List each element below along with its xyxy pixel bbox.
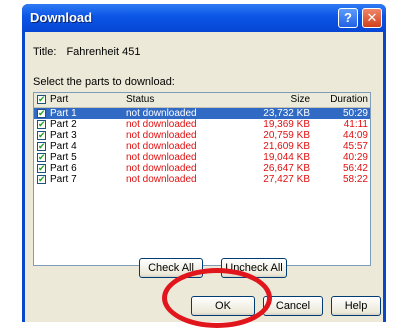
row-checkbox[interactable]: ✔ [37, 109, 46, 118]
row-checkbox[interactable]: ✔ [37, 142, 46, 151]
part-status: not downloaded [126, 163, 197, 174]
part-size: 19,044 KB [263, 152, 310, 163]
column-header-status[interactable]: Status [126, 93, 154, 107]
part-name: Part 1 [50, 108, 77, 119]
part-duration: 45:57 [342, 141, 368, 152]
list-row[interactable]: ✔ Part 5 not downloaded 19,044 KB 40:29 [34, 152, 370, 163]
list-row[interactable]: ✔ Part 1 not downloaded 23,732 KB 50:29 [34, 108, 370, 119]
title-row: Title: Fahrenheit 451 [33, 46, 140, 58]
close-button[interactable]: ✕ [362, 8, 382, 28]
part-status: not downloaded [126, 130, 197, 141]
column-header-size[interactable]: Size [224, 93, 310, 107]
column-header-duration[interactable]: Duration [312, 93, 368, 107]
part-size: 21,609 KB [263, 141, 310, 152]
part-status: not downloaded [126, 119, 197, 130]
part-status: not downloaded [126, 152, 197, 163]
list-row[interactable]: ✔ Part 6 not downloaded 26,647 KB 56:42 [34, 163, 370, 174]
row-checkbox[interactable]: ✔ [37, 153, 46, 162]
window-title: Download [30, 10, 93, 25]
part-duration: 40:29 [342, 152, 368, 163]
part-size: 23,732 KB [263, 108, 310, 119]
part-duration: 58:22 [342, 174, 368, 185]
select-parts-label: Select the parts to download: [33, 76, 175, 88]
part-status: not downloaded [126, 141, 197, 152]
list-row[interactable]: ✔ Part 4 not downloaded 21,609 KB 45:57 [34, 141, 370, 152]
row-checkbox[interactable]: ✔ [37, 131, 46, 140]
red-circle-annotation [162, 268, 272, 328]
title-value: Fahrenheit 451 [66, 46, 141, 58]
part-name: Part 4 [50, 141, 77, 152]
part-duration: 50:29 [342, 108, 368, 119]
part-name: Part 3 [50, 130, 77, 141]
title-bar[interactable]: Download ? ✕ [22, 4, 386, 32]
list-header: ✔ Part Status Size Duration [34, 93, 370, 108]
part-size: 19,369 KB [263, 119, 310, 130]
part-name: Part 2 [50, 119, 77, 130]
help-titlebar-button[interactable]: ? [338, 8, 358, 28]
part-duration: 56:42 [342, 163, 368, 174]
part-name: Part 5 [50, 152, 77, 163]
list-row[interactable]: ✔ Part 7 not downloaded 27,427 KB 58:22 [34, 174, 370, 185]
column-header-part[interactable]: Part [50, 93, 68, 107]
part-status: not downloaded [126, 174, 197, 185]
part-name: Part 6 [50, 163, 77, 174]
help-button[interactable]: Help [331, 296, 381, 316]
list-row[interactable]: ✔ Part 3 not downloaded 20,759 KB 44:09 [34, 130, 370, 141]
title-label: Title: [33, 46, 57, 58]
part-name: Part 7 [50, 174, 77, 185]
parts-list[interactable]: ✔ Part Status Size Duration ✔ Part 1 not… [33, 92, 371, 266]
list-row[interactable]: ✔ Part 2 not downloaded 19,369 KB 41:11 [34, 119, 370, 130]
part-size: 20,759 KB [263, 130, 310, 141]
row-checkbox[interactable]: ✔ [37, 164, 46, 173]
part-duration: 41:11 [343, 119, 368, 130]
part-size: 26,647 KB [263, 163, 310, 174]
part-duration: 44:09 [342, 130, 368, 141]
part-status: not downloaded [126, 108, 197, 119]
row-checkbox[interactable]: ✔ [37, 175, 46, 184]
cancel-button[interactable]: Cancel [263, 296, 323, 316]
part-size: 27,427 KB [263, 174, 310, 185]
row-checkbox[interactable]: ✔ [37, 120, 46, 129]
header-checkbox[interactable]: ✔ [37, 95, 46, 104]
